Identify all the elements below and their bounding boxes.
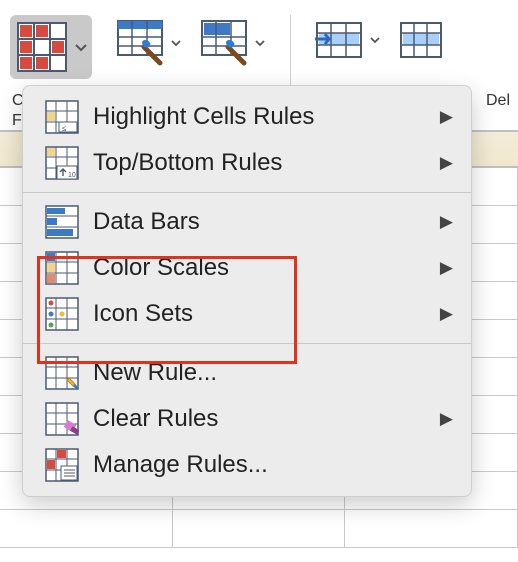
menu-item-label: Highlight Cells Rules xyxy=(93,103,314,131)
manage-rules-icon xyxy=(45,448,79,482)
menu-separator xyxy=(23,192,471,193)
conditional-formatting-button[interactable] xyxy=(10,15,92,79)
chevron-down-icon xyxy=(74,40,88,54)
menu-item-highlight-cells[interactable]: ≤ Highlight Cells Rules ▶ xyxy=(23,94,471,140)
chevron-down-icon xyxy=(369,34,381,46)
submenu-arrow-icon: ▶ xyxy=(440,258,453,278)
chevron-down-icon xyxy=(170,37,182,49)
conditional-formatting-icon xyxy=(14,19,70,75)
data-bars-icon xyxy=(45,205,79,239)
icon-sets-icon xyxy=(45,297,79,331)
menu-item-data-bars[interactable]: Data Bars ▶ xyxy=(23,199,471,245)
format-as-table-icon xyxy=(116,19,166,67)
ribbon-label-f: F xyxy=(12,112,22,130)
menu-item-label: Manage Rules... xyxy=(93,451,268,479)
menu-item-label: Icon Sets xyxy=(93,300,193,328)
chevron-down-icon xyxy=(254,37,266,49)
menu-item-color-scales[interactable]: Color Scales ▶ xyxy=(23,245,471,291)
cell-styles-icon xyxy=(200,19,250,67)
new-rule-icon xyxy=(45,356,79,390)
menu-item-clear-rules[interactable]: Clear Rules ▶ xyxy=(23,396,471,442)
submenu-arrow-icon: ▶ xyxy=(440,409,453,429)
submenu-arrow-icon: ▶ xyxy=(440,212,453,232)
clear-rules-icon xyxy=(45,402,79,436)
menu-item-top-bottom[interactable]: 10 Top/Bottom Rules ▶ xyxy=(23,140,471,186)
color-scales-icon xyxy=(45,251,79,285)
svg-text:≤: ≤ xyxy=(62,124,67,133)
delete-cells-button[interactable] xyxy=(395,15,447,65)
submenu-arrow-icon: ▶ xyxy=(440,153,453,173)
menu-item-label: Clear Rules xyxy=(93,405,218,433)
ribbon-divider xyxy=(290,15,291,85)
conditional-formatting-menu: ≤ Highlight Cells Rules ▶ 10 Top/Bottom … xyxy=(22,85,472,497)
top-bottom-icon: 10 xyxy=(45,146,79,180)
format-as-table-button[interactable] xyxy=(112,15,186,71)
submenu-arrow-icon: ▶ xyxy=(440,304,453,324)
submenu-arrow-icon: ▶ xyxy=(440,107,453,127)
menu-item-icon-sets[interactable]: Icon Sets ▶ xyxy=(23,291,471,337)
menu-item-new-rule[interactable]: New Rule... xyxy=(23,350,471,396)
menu-item-label: Data Bars xyxy=(93,208,200,236)
insert-cells-button[interactable] xyxy=(311,15,385,65)
highlight-cells-icon: ≤ xyxy=(45,100,79,134)
insert-cells-icon xyxy=(315,19,365,61)
menu-item-label: New Rule... xyxy=(93,359,217,387)
menu-separator xyxy=(23,343,471,344)
menu-item-manage-rules[interactable]: Manage Rules... xyxy=(23,442,471,488)
delete-cells-icon xyxy=(399,19,443,61)
menu-item-label: Color Scales xyxy=(93,254,229,282)
delete-label: Del xyxy=(486,92,510,110)
svg-text:10: 10 xyxy=(68,172,76,179)
cell-styles-button[interactable] xyxy=(196,15,270,71)
menu-item-label: Top/Bottom Rules xyxy=(93,149,282,177)
